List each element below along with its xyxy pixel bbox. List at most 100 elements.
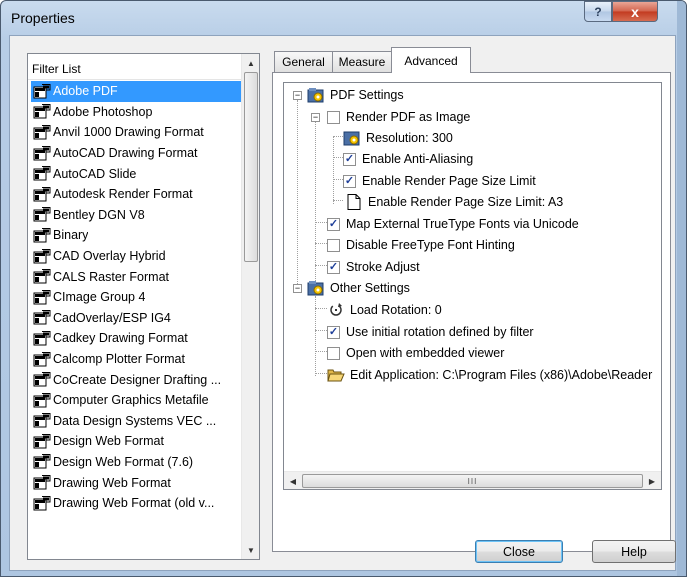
grip-icon: III [467, 476, 478, 486]
tree-label: Load Rotation: 0 [350, 303, 442, 317]
scrollbar-thumb[interactable] [244, 72, 258, 262]
tree-node-pdf-settings[interactable]: PDF Settings [307, 85, 404, 105]
tab-general[interactable]: General [274, 51, 333, 72]
help-caption-button[interactable]: ? [584, 1, 612, 22]
tree-line [315, 265, 327, 266]
tree-label: Map External TrueType Fonts via Unicode [346, 217, 579, 231]
tree-horizontal-scrollbar[interactable]: ◀ III ▶ [284, 471, 661, 489]
tree-node-render-pdf-as-image[interactable]: Render PDF as Image [327, 107, 470, 127]
filter-list-item[interactable]: CAD Overlay Hybrid [31, 246, 241, 267]
question-mark-icon: ? [594, 4, 602, 19]
rotate-icon [327, 302, 345, 318]
file-format-icon [33, 310, 51, 325]
tree-node-other-settings[interactable]: Other Settings [307, 278, 410, 298]
scroll-right-button[interactable]: ▶ [643, 472, 661, 489]
tree-node-resolution[interactable]: Resolution: 300 [343, 128, 453, 148]
help-button[interactable]: Help [592, 540, 676, 563]
title-bar[interactable]: Properties ? x [1, 1, 686, 35]
filter-list-item[interactable]: Calcomp Plotter Format [31, 349, 241, 370]
settings-tree[interactable]: − PDF Settings − Render PDF as Image Res… [283, 82, 662, 490]
map-truetype-checkbox[interactable] [327, 217, 340, 231]
tab-advanced[interactable]: Advanced [391, 47, 471, 73]
gear-folder-icon [307, 87, 325, 103]
tree-label: Enable Anti-Aliasing [362, 152, 474, 166]
disable-freetype-checkbox[interactable] [327, 238, 340, 252]
file-format-icon [33, 124, 51, 140]
open-embedded-viewer-checkbox[interactable] [327, 346, 340, 360]
tree-node-edit-application[interactable]: Edit Application: C:\Program Files (x86)… [327, 365, 652, 385]
file-format-icon [33, 166, 51, 181]
filter-list-item[interactable]: AutoCAD Slide [31, 163, 241, 184]
arrow-left-icon: ◀ [289, 476, 297, 486]
filter-list-item-label: AutoCAD Drawing Format [53, 146, 198, 161]
tree-node-load-rotation[interactable]: Load Rotation: 0 [327, 300, 442, 320]
scroll-left-button[interactable]: ◀ [284, 472, 302, 489]
filter-list-item[interactable]: CadOverlay/ESP IG4 [31, 308, 241, 329]
gear-settings-icon [343, 130, 361, 146]
filter-list-item[interactable]: Computer Graphics Metafile [31, 390, 241, 411]
gear-folder-icon [307, 280, 325, 296]
tree-line [333, 136, 343, 137]
arrow-up-icon: ▲ [247, 58, 255, 68]
filter-list-item[interactable]: CoCreate Designer Drafting ... [31, 369, 241, 390]
page-size-limit-checkbox[interactable] [343, 174, 356, 188]
filter-list-item-label: CoCreate Designer Drafting ... [53, 372, 222, 387]
tree-label: Open with embedded viewer [346, 346, 505, 360]
filter-list-item[interactable]: Drawing Web Format [31, 472, 241, 493]
tab-measure[interactable]: Measure [332, 51, 392, 72]
advanced-tab-page: − PDF Settings − Render PDF as Image Res… [272, 72, 671, 552]
filter-list-item[interactable]: CALS Raster Format [31, 266, 241, 287]
close-button[interactable]: Close [475, 540, 563, 563]
filter-list-item[interactable]: Bentley DGN V8 [31, 205, 241, 226]
tree-node-page-size-limit-toggle[interactable]: Enable Render Page Size Limit [343, 171, 536, 191]
anti-aliasing-checkbox[interactable] [343, 152, 356, 166]
file-format-icon [33, 145, 51, 161]
tree-node-disable-freetype[interactable]: Disable FreeType Font Hinting [327, 235, 515, 255]
filter-list-item-label: CImage Group 4 [53, 290, 146, 305]
tree-label: Enable Render Page Size Limit [362, 174, 536, 188]
tree-label: Edit Application: C:\Program Files (x86)… [350, 368, 653, 382]
tree-line [315, 119, 316, 289]
filter-list[interactable]: Filter List Adobe PDF Adobe Photoshop Anvi… [27, 53, 260, 560]
file-format-icon [33, 433, 51, 449]
render-pdf-as-image-checkbox[interactable] [327, 110, 340, 124]
file-format-icon [33, 330, 51, 346]
filter-list-item[interactable]: Design Web Format [31, 431, 241, 452]
filter-list-item[interactable]: CImage Group 4 [31, 287, 241, 308]
scrollbar-thumb[interactable]: III [302, 474, 643, 488]
filter-list-item[interactable]: Drawing Web Format (old v... [31, 493, 241, 514]
tree-node-stroke-adjust[interactable]: Stroke Adjust [327, 257, 420, 277]
stroke-adjust-checkbox[interactable] [327, 260, 340, 274]
filter-list-item[interactable]: Adobe Photoshop [31, 102, 241, 123]
file-format-icon [33, 83, 51, 99]
tree-node-map-truetype[interactable]: Map External TrueType Fonts via Unicode [327, 214, 579, 234]
tree-line [315, 222, 327, 223]
tree-node-page-size-limit-value[interactable]: Enable Render Page Size Limit: A3 [345, 192, 563, 212]
collapse-pdf-settings-toggle[interactable]: − [293, 91, 302, 100]
filter-list-item-label: CAD Overlay Hybrid [53, 249, 166, 264]
scroll-down-button[interactable]: ▼ [242, 541, 260, 559]
filter-list-item-label: CALS Raster Format [53, 269, 170, 284]
arrow-down-icon: ▼ [247, 545, 255, 555]
filter-list-scrollbar[interactable]: ▲ ▼ [241, 54, 259, 559]
tree-node-use-initial-rotation[interactable]: Use initial rotation defined by filter [327, 322, 534, 342]
close-window-button[interactable]: x [612, 1, 658, 22]
tree-node-anti-aliasing[interactable]: Enable Anti-Aliasing [343, 149, 473, 169]
filter-list-item[interactable]: Adobe PDF [31, 81, 241, 102]
blank-page-icon [345, 194, 363, 210]
collapse-other-settings-toggle[interactable]: − [293, 284, 302, 293]
filter-list-item[interactable]: Cadkey Drawing Format [31, 328, 241, 349]
filter-list-item[interactable]: Design Web Format (7.6) [31, 452, 241, 473]
filter-list-item[interactable]: Autodesk Render Format [31, 184, 241, 205]
collapse-render-pdf-toggle[interactable]: − [311, 113, 320, 122]
use-initial-rotation-checkbox[interactable] [327, 325, 340, 339]
filter-list-item[interactable]: Anvil 1000 Drawing Format [31, 122, 241, 143]
tree-node-open-embedded-viewer[interactable]: Open with embedded viewer [327, 343, 504, 363]
filter-list-item[interactable]: Data Design Systems VEC ... [31, 411, 241, 432]
tree-label: Disable FreeType Font Hinting [346, 238, 515, 252]
tree-line [315, 373, 327, 374]
filter-list-item-label: Adobe Photoshop [53, 104, 153, 119]
scroll-up-button[interactable]: ▲ [242, 54, 260, 72]
filter-list-item[interactable]: Binary [31, 225, 241, 246]
filter-list-item[interactable]: AutoCAD Drawing Format [31, 143, 241, 164]
